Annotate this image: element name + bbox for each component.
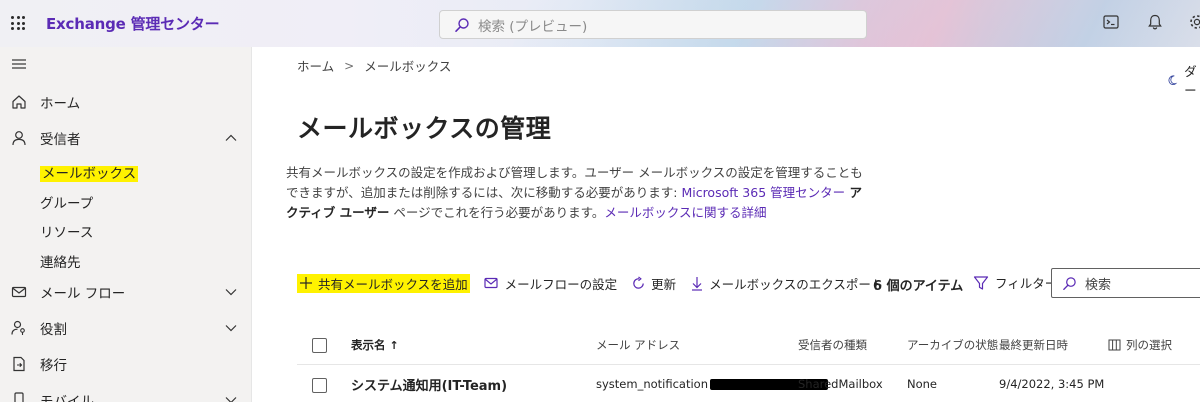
nav-item-mailboxes[interactable]: メールボックス (40, 162, 139, 182)
m365-admin-center-link[interactable]: Microsoft 365 管理センター (681, 185, 845, 200)
mail-flow-settings-label: メールフローの設定 (504, 276, 618, 292)
left-navigation: ホーム 受信者 メールボックス グループ リソース 連絡先 メール フロー 役割… (0, 47, 252, 402)
search-icon (455, 17, 469, 32)
app-title[interactable]: Exchange 管理センター (46, 13, 220, 34)
add-shared-mailbox-label: 共有メールボックスを追加 (318, 276, 468, 292)
cell-archive-status: None (907, 377, 938, 391)
choose-columns-button[interactable]: 列の選択 (1108, 337, 1172, 353)
filter-button[interactable]: フィルター (973, 273, 1057, 292)
column-recipient-type[interactable]: 受信者の種類 (798, 337, 867, 353)
refresh-icon (633, 275, 644, 289)
item-count: 6 個のアイテム (873, 279, 964, 294)
command-bar: 共有メールボックスを追加 メールフローの設定 更新 メールボックスのエクスポート (297, 269, 897, 297)
settings-gear-icon[interactable] (1188, 13, 1200, 31)
mail-flow-settings-button[interactable]: メールフローの設定 (484, 274, 618, 293)
add-shared-mailbox-button[interactable]: 共有メールボックスを追加 (297, 273, 470, 293)
choose-columns-label: 列の選択 (1126, 338, 1172, 352)
nav-item-mobile[interactable]: モバイル (0, 385, 252, 402)
row-checkbox[interactable] (312, 378, 327, 393)
export-mailboxes-label: メールボックスのエクスポート (709, 276, 884, 292)
chevron-down-icon (225, 289, 237, 296)
chevron-up-icon (225, 134, 237, 141)
nav-label-recipients: 受信者 (40, 132, 81, 148)
dark-mode-toggle[interactable]: ダー (1167, 61, 1200, 99)
plus-icon (300, 277, 312, 289)
search-icon (1063, 276, 1076, 290)
global-search-placeholder: 検索 (プレビュー) (478, 18, 588, 35)
page-description: 共有メールボックスの設定を作成および管理します。ユーザー メールボックスの設定を… (286, 163, 866, 223)
cell-last-modified: 9/4/2022, 3:45 PM (999, 377, 1105, 391)
nav-label-home: ホーム (40, 96, 81, 112)
columns-icon (1108, 339, 1121, 351)
filter-label: フィルター (995, 276, 1058, 291)
table-row[interactable]: システム通知用(IT-Team) system_notification Sha… (297, 375, 1200, 399)
app-launcher-icon[interactable] (11, 16, 25, 30)
download-icon (692, 276, 703, 291)
top-bar: Exchange 管理センター 検索 (プレビュー) (0, 0, 1200, 47)
column-archive-status[interactable]: アーカイブの状態 (907, 337, 998, 353)
filter-icon (973, 275, 989, 290)
refresh-button[interactable]: 更新 (631, 274, 676, 293)
page-title: メールボックスの管理 (297, 114, 552, 143)
column-last-modified[interactable]: 最終更新日時 (999, 337, 1068, 353)
mailbox-details-link[interactable]: メールボックスに関する詳細 (604, 205, 766, 220)
home-icon (12, 95, 26, 109)
table-header: 表示名 ↑ メール アドレス 受信者の種類 アーカイブの状態 最終更新日時 列の選… (297, 333, 1200, 357)
main-content: ホーム > メールボックス ダー メールボックスの管理 共有メールボックスの設定… (253, 47, 1200, 402)
breadcrumb-home[interactable]: ホーム (297, 56, 334, 75)
cell-email-address: system_notification (596, 377, 828, 391)
person-icon (12, 131, 26, 146)
dark-mode-label: ダー (1184, 64, 1197, 98)
email-visible-part: system_notification (596, 377, 708, 391)
refresh-label: 更新 (651, 276, 677, 292)
nav-label-mailboxes: メールボックス (40, 166, 139, 182)
export-mailboxes-button[interactable]: メールボックスのエクスポート (690, 274, 883, 293)
nav-item-groups[interactable]: グループ (40, 192, 93, 212)
nav-item-migration[interactable]: 移行 (0, 349, 252, 379)
nav-label-roles: 役割 (40, 322, 67, 338)
select-all-checkbox[interactable] (312, 338, 327, 353)
breadcrumb-current: メールボックス (364, 59, 452, 74)
column-display-name[interactable]: 表示名 ↑ (351, 337, 399, 353)
nav-item-mail-flow[interactable]: メール フロー (0, 277, 252, 307)
nav-label-migration: 移行 (40, 358, 67, 374)
nav-item-recipients[interactable]: 受信者 (0, 123, 252, 153)
chevron-down-icon (225, 325, 237, 332)
column-email-address[interactable]: メール アドレス (596, 337, 680, 353)
phone-icon (14, 392, 24, 402)
hamburger-icon (12, 59, 26, 69)
table-header-divider (297, 364, 1200, 365)
notification-bell-icon[interactable] (1146, 13, 1164, 31)
description-text-2: ページでこれを行う必要があります。 (389, 205, 605, 220)
person-key-icon (11, 320, 25, 335)
mailbox-search-input[interactable]: 検索 (1051, 268, 1200, 298)
mail-icon (11, 286, 27, 298)
mailbox-search-placeholder: 検索 (1085, 277, 1112, 293)
mail-settings-icon (484, 277, 498, 289)
nav-item-resources[interactable]: リソース (40, 221, 93, 241)
cell-recipient-type: SharedMailbox (798, 377, 883, 391)
document-arrow-icon (13, 356, 25, 372)
moon-icon (1168, 75, 1178, 85)
global-search-box[interactable]: 検索 (プレビュー) (439, 10, 867, 39)
nav-item-home[interactable]: ホーム (0, 87, 252, 117)
breadcrumb-chevron-icon: > (344, 58, 355, 73)
sort-ascending-icon: ↑ (389, 339, 399, 352)
cell-display-name[interactable]: システム通知用(IT-Team) (351, 375, 507, 394)
nav-item-contacts[interactable]: 連絡先 (40, 251, 81, 271)
column-display-name-label: 表示名 (351, 338, 386, 352)
chevron-down-icon (225, 397, 237, 402)
breadcrumb: ホーム > メールボックス (297, 56, 451, 75)
nav-collapse-button[interactable] (0, 49, 252, 79)
nav-label-mobile: モバイル (40, 394, 94, 402)
nav-label-mail-flow: メール フロー (40, 286, 126, 302)
cloud-shell-icon[interactable] (1102, 13, 1120, 31)
nav-item-roles[interactable]: 役割 (0, 313, 252, 343)
